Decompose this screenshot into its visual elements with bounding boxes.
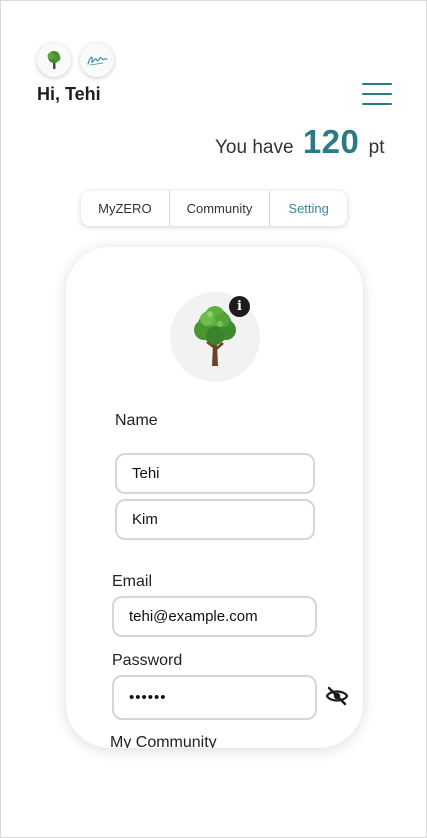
points-summary: You have 120 pt (215, 123, 385, 161)
tab-community[interactable]: Community (168, 191, 270, 226)
tab-myzero[interactable]: MyZERO (81, 191, 169, 226)
name-label: Name (115, 412, 158, 429)
my-community-label: My Community (110, 734, 217, 748)
hamburger-menu-icon[interactable] (362, 83, 392, 105)
first-name-field[interactable]: Tehi (115, 453, 315, 494)
points-value: 120 (302, 123, 360, 160)
tree-avatar-button[interactable] (37, 43, 71, 77)
points-prefix: You have (215, 137, 294, 158)
password-field[interactable]: •••••• (112, 675, 317, 720)
signature-icon (87, 56, 108, 66)
points-unit: pt (368, 137, 385, 158)
email-field[interactable]: tehi@example.com (112, 596, 317, 637)
greeting-text: Hi, Tehi (37, 84, 101, 104)
app-frame: Hi, Tehi You have 120 pt MyZERO Communit… (0, 0, 427, 838)
email-label: Email (112, 573, 153, 590)
info-icon[interactable]: i (229, 296, 250, 317)
last-name-field[interactable]: Kim (115, 499, 315, 540)
eye-slash-icon[interactable] (325, 686, 349, 706)
profile-settings-card: i Name Tehi Kim Email tehi@example.com P… (66, 247, 363, 748)
tab-bar: MyZERO Community Setting (81, 191, 347, 226)
tab-setting[interactable]: Setting (269, 191, 347, 226)
password-label: Password (112, 652, 183, 669)
tree-icon (47, 51, 61, 69)
signature-avatar-button[interactable] (80, 43, 114, 77)
